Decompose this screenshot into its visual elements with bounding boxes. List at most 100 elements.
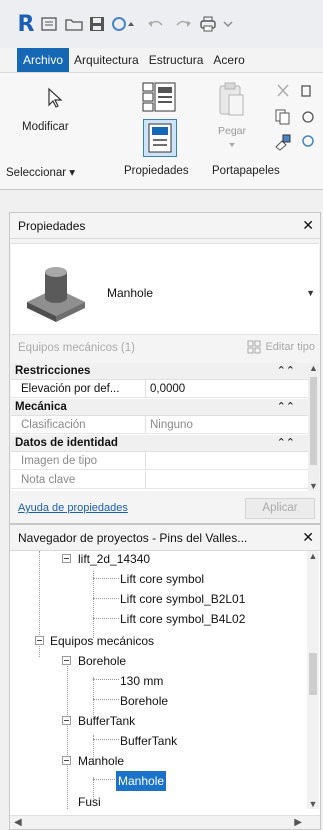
section-label: Mecánica [15,401,67,413]
collapse-icon[interactable]: ⌃⌃ [277,363,295,380]
tree-node-type[interactable]: Lift core symbol [120,569,204,589]
tree-line [93,598,119,599]
ribbon-panel: Modificar Pegar Seleccionar ▾ Propiedade… [0,72,323,190]
tab-arquitectura[interactable]: Arquitectura [69,48,144,72]
tree-node-type[interactable]: Lift core symbol_B4L02 [120,609,245,629]
type-selector-icon[interactable] [141,81,177,118]
property-value[interactable]: 0,0000 [145,380,275,398]
open-icon[interactable] [40,13,58,35]
browser-title-text: Navegador de proyectos - Pins del Valles… [18,531,248,545]
edit-type-button[interactable]: Editar tipo [247,340,315,354]
scroll-down-icon[interactable]: ▼ [308,481,319,491]
tree-node-family[interactable]: lift_2d_14340 [78,551,150,569]
unpaint-icon[interactable] [300,83,322,102]
scroll-down-icon[interactable]: ▼ [307,799,319,809]
browser-scrollbar[interactable]: ▲ ▼ [307,551,319,809]
paste-button[interactable]: Pegar [218,125,246,137]
clipboard-group-label: Portapapeles [212,165,280,177]
collapse-icon[interactable]: ⌃⌃ [277,399,295,416]
modify-button[interactable]: Modificar [22,121,69,133]
type-selector[interactable]: Manhole ▼ [11,243,319,335]
close-icon[interactable]: ✕ [302,529,314,547]
properties-grid: Restricciones ⌃⌃ Elevación por def... 0,… [11,363,309,491]
paste-icon[interactable] [217,81,247,124]
collapse-toggle-icon[interactable] [62,756,71,765]
tree-line [93,571,94,638]
scroll-right-icon[interactable]: ▶ [294,816,302,830]
property-value[interactable] [145,452,275,470]
scrollbar-thumb[interactable] [310,377,317,465]
tab-archivo[interactable]: Archivo [17,48,70,72]
properties-help-link[interactable]: Ayuda de propiedades [18,502,128,514]
tree-line [93,679,119,680]
link-icon[interactable] [300,133,322,152]
select-group-label[interactable]: Seleccionar ▾ [6,165,75,179]
section-datos-identidad[interactable]: Datos de identidad ⌃⌃ [11,435,309,452]
tree-node-type[interactable]: BufferTank [120,731,177,751]
revit-logo[interactable]: R [18,12,35,37]
save-icon[interactable] [88,13,106,35]
cut-icon[interactable] [275,83,291,102]
property-row[interactable]: Elevación por def... 0,0000 [11,380,309,398]
paste-chevron-icon[interactable] [228,137,236,151]
scrollbar-thumb[interactable] [309,653,317,695]
tab-estructura[interactable]: Estructura [144,48,209,72]
collapse-toggle-icon[interactable] [62,656,71,665]
section-label: Restricciones [15,365,91,377]
property-row[interactable]: Imagen de tipo [11,452,309,470]
tree-line [93,699,119,700]
scroll-up-icon[interactable]: ▲ [307,551,319,561]
redo-icon[interactable] [172,13,194,35]
tree-line [93,739,119,740]
project-browser: Navegador de proyectos - Pins del Valles… [9,524,321,830]
tree-node-type[interactable]: Lift core symbol_B2L01 [120,589,245,609]
property-value[interactable] [145,471,275,489]
select-dropdown-caret: ▾ [69,167,76,179]
properties-icon [148,123,172,153]
tree-node-family[interactable]: BufferTank [78,711,135,731]
property-row[interactable]: Clasificación Ninguno [11,416,309,434]
properties-title-text: Propiedades [18,219,86,233]
properties-scrollbar[interactable]: ▲ ▼ [308,363,319,491]
properties-title: Propiedades [10,213,320,239]
section-restricciones[interactable]: Restricciones ⌃⌃ [11,363,309,380]
property-name: Clasificación [21,419,86,431]
collapse-toggle-icon[interactable] [62,554,71,563]
tree-node-family[interactable]: Manhole [78,751,124,771]
scroll-up-icon[interactable]: ▲ [308,363,319,373]
tree-node-family[interactable]: Borehole [78,651,126,671]
collapse-toggle-icon[interactable] [35,636,44,645]
tab-acero[interactable]: Acero [208,48,249,72]
selection-filter[interactable]: Equipos mecánicos (1) [18,342,135,354]
property-value[interactable]: Ninguno [145,416,275,434]
modify-cursor-icon[interactable] [46,87,64,112]
apply-button[interactable]: Aplicar [245,498,315,519]
scroll-left-icon[interactable]: ◀ [14,816,22,830]
tree-line [93,779,115,780]
tree-node-family[interactable]: Fusi [78,792,101,809]
ribbon-tabs: Archivo Arquitectura Estructura Acero [0,48,323,72]
tree-node-selected[interactable]: Manhole [116,771,167,791]
edit-type-icon [247,340,261,354]
property-row[interactable]: Nota clave [11,471,309,489]
print-icon[interactable] [198,13,218,35]
copy-icon[interactable] [275,109,291,128]
section-mecanica[interactable]: Mecánica ⌃⌃ [11,399,309,416]
tree-node-type[interactable]: Borehole [120,691,168,711]
tree-node-category[interactable]: Equipos mecánicos [50,631,154,651]
collapse-icon[interactable]: ⌃⌃ [277,435,295,452]
properties-button[interactable] [143,119,177,157]
collapse-toggle-icon[interactable] [62,716,71,725]
tree-node-type[interactable]: 130 mm [120,671,163,691]
selection-filter-row: Equipos mecánicos (1) Editar tipo [11,337,319,361]
ribbon-overflow-icon[interactable] [300,109,322,128]
folder-icon[interactable] [64,13,84,35]
close-icon[interactable]: ✕ [302,217,314,235]
qat-chevron-icon[interactable] [222,13,234,35]
chevron-down-icon[interactable]: ▼ [306,288,315,298]
properties-footer: Ayuda de propiedades Aplicar [11,497,319,521]
undo-icon[interactable] [145,13,167,35]
match-properties-icon[interactable] [274,133,292,154]
sync-icon[interactable] [110,13,138,35]
browser-hscrollbar[interactable]: ◀ ▶ [10,815,320,829]
